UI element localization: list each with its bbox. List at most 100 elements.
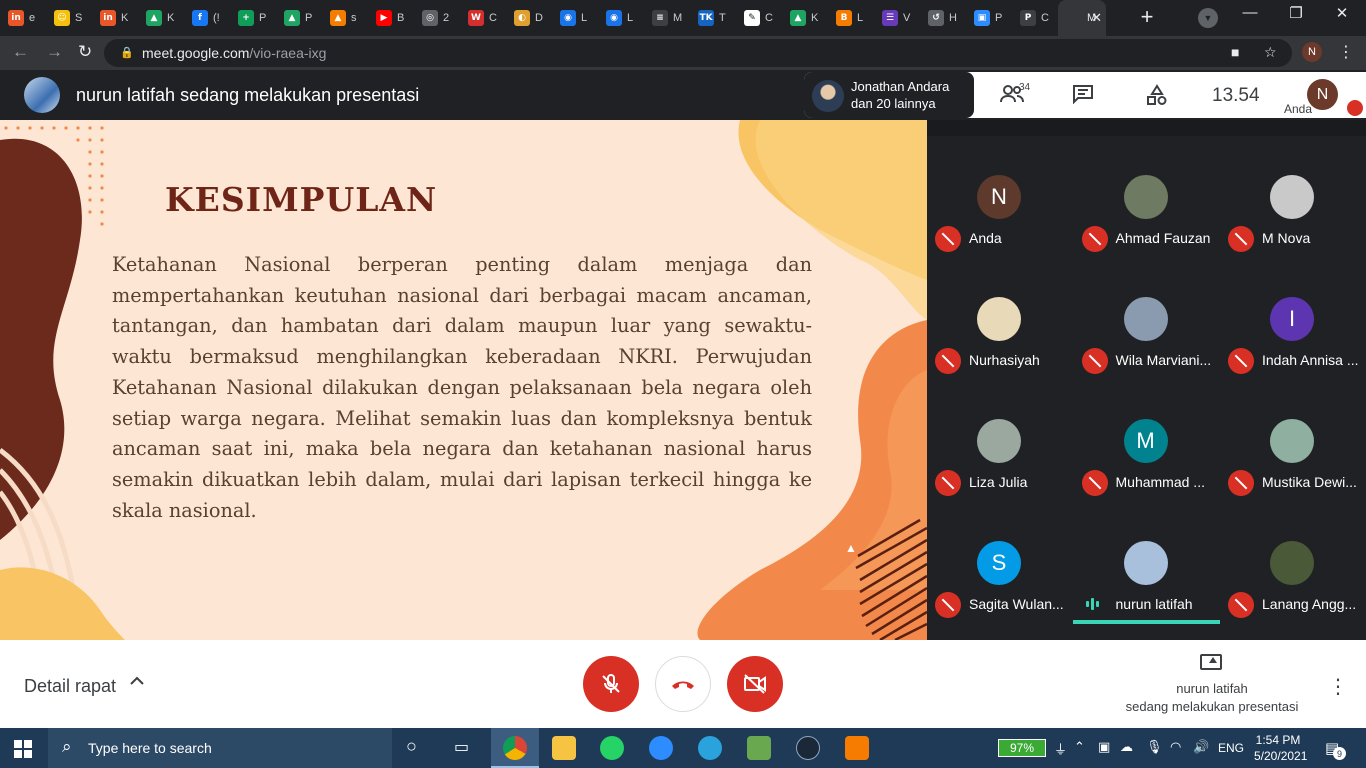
profile-avatar[interactable]: N	[1302, 42, 1322, 62]
participant-tile[interactable]: Wila Marviani...	[1074, 282, 1220, 404]
url-text[interactable]: meet.google.com/vio-raea-ixg	[142, 45, 326, 61]
participant-tile[interactable]: nurun latifah	[1074, 526, 1220, 648]
power-plug-icon[interactable]: ⏚	[1054, 739, 1067, 758]
camera-off-button[interactable]	[727, 656, 783, 712]
participant-tile[interactable]: M Nova	[1220, 160, 1366, 282]
participant-tile[interactable]: I Indah Annisa ...	[1220, 282, 1366, 404]
browser-tab[interactable]: ☺ S	[46, 0, 92, 36]
chevron-up-icon[interactable]	[129, 673, 145, 694]
browser-tab[interactable]: WC	[460, 0, 506, 36]
pinned-participant-pill[interactable]: Jonathan Andara dan 20 lainnya	[804, 72, 974, 118]
browser-tab[interactable]: ▲ s	[322, 0, 368, 36]
participant-tile[interactable]: Nurhasiyah	[927, 282, 1073, 404]
wifi-icon[interactable]: ◠	[1170, 739, 1181, 755]
browser-tab[interactable]: ✎ C	[736, 0, 782, 36]
telegram-icon[interactable]	[698, 736, 722, 760]
tab-favicon-icon: ▶	[376, 10, 392, 26]
windows-start-icon[interactable]	[14, 740, 32, 758]
browser-tab[interactable]: M ✕	[1058, 0, 1106, 36]
chrome-icon[interactable]	[503, 736, 527, 760]
meeting-details-button[interactable]: Detail rapat	[24, 676, 116, 697]
tab-close-icon[interactable]: ✕	[1091, 10, 1102, 26]
cortana-icon[interactable]: ○	[406, 736, 417, 757]
zoom-icon[interactable]	[649, 736, 673, 760]
new-tab-button[interactable]: +	[1134, 4, 1160, 30]
toolbar: ← → ↻ 🔒 meet.google.com/vio-raea-ixg ■ ☆	[0, 36, 1366, 70]
tab-title: T	[719, 12, 726, 24]
back-icon[interactable]: ←	[12, 42, 29, 62]
browser-tab[interactable]: ≡ M	[644, 0, 690, 36]
reload-icon[interactable]: ↻	[78, 42, 92, 62]
browser-tab[interactable]: ◎ 2	[414, 0, 460, 36]
tab-favicon-icon: W	[468, 10, 484, 26]
more-options-icon[interactable]: ⋮	[1328, 674, 1348, 699]
activities-icon[interactable]	[1146, 84, 1168, 112]
mic-off-icon	[1228, 470, 1254, 496]
close-window-button[interactable]: ✕	[1322, 4, 1362, 22]
chat-icon[interactable]	[1072, 84, 1094, 110]
forward-icon[interactable]: →	[46, 42, 63, 62]
browser-tab[interactable]: BL	[828, 0, 874, 36]
minimize-button[interactable]: —	[1230, 4, 1270, 21]
participant-tile[interactable]: M Muhammad ...	[1074, 404, 1220, 526]
participant-tile[interactable]: N Anda	[927, 160, 1073, 282]
participant-tile[interactable]: Liza Julia	[927, 404, 1073, 526]
tab-title: s	[351, 12, 357, 24]
browser-tab[interactable]: ◉ L	[598, 0, 644, 36]
participant-tile[interactable]: Lanang Angg...	[1220, 526, 1366, 648]
browser-tab[interactable]: TK T	[690, 0, 736, 36]
browser-tab[interactable]: ▣ P	[966, 0, 1012, 36]
participant-tile[interactable]: S Sagita Wulan...	[927, 526, 1073, 648]
browser-tab[interactable]: in K	[92, 0, 138, 36]
mic-off-icon	[935, 592, 961, 618]
participant-grid: N Anda Ahmad Fauzan M Nova Nurhasiyah Wila Ma…	[927, 120, 1366, 640]
browser-tab[interactable]: ▶ B	[368, 0, 414, 36]
taskbar-clock[interactable]: 1:54 PM 5/20/2021	[1254, 732, 1307, 764]
browser-tab[interactable]: in e	[0, 0, 46, 36]
leave-call-button[interactable]	[655, 656, 711, 712]
camera-blocked-icon[interactable]: ■	[1231, 44, 1239, 60]
task-view-icon[interactable]: ▭	[454, 737, 469, 757]
browser-tab[interactable]: ☰ V	[874, 0, 920, 36]
address-bar[interactable]: 🔒 meet.google.com/vio-raea-ixg ■ ☆	[104, 39, 1292, 67]
browser-tab[interactable]: ▲ K	[138, 0, 184, 36]
presenter-title: nurun latifah sedang melakukan presentas…	[76, 85, 420, 105]
participant-name: Ahmad Fauzan	[1115, 230, 1211, 246]
browser-tab[interactable]: ↺ H	[920, 0, 966, 36]
lock-icon[interactable]: 🔒	[120, 46, 134, 59]
participant-tile[interactable]: Ahmad Fauzan	[1074, 160, 1220, 282]
browser-tab[interactable]: PC	[1012, 0, 1058, 36]
browser-menu-icon[interactable]: ⋮	[1338, 42, 1354, 62]
battery-indicator[interactable]: 97%	[998, 739, 1046, 757]
tab-title: S	[75, 12, 83, 24]
participant-tile[interactable]: Mustika Dewi...	[1220, 404, 1366, 526]
steam-icon[interactable]	[796, 736, 820, 760]
browser-tab[interactable]: ▲ P	[276, 0, 322, 36]
language-indicator[interactable]: ENG	[1218, 741, 1244, 755]
meeting-controls-bar: Detail rapat nurun latifah sedang melaku…	[0, 640, 1366, 728]
browser-tab[interactable]: ▲ K	[782, 0, 828, 36]
participant-name: nurun latifah	[1115, 596, 1193, 612]
browser-tab[interactable]: f (!	[184, 0, 230, 36]
file-explorer-icon[interactable]	[552, 736, 576, 760]
chevron-up-tray-icon[interactable]: ⌃	[1074, 739, 1085, 755]
present-screen-icon[interactable]	[1200, 654, 1222, 670]
meet-now-icon[interactable]: ▣	[1098, 739, 1110, 755]
pdf-app-icon[interactable]	[845, 736, 869, 760]
onedrive-icon[interactable]: ☁	[1120, 739, 1133, 755]
bookmark-star-icon[interactable]: ☆	[1264, 44, 1277, 61]
participant-avatar: S	[977, 541, 1021, 585]
browser-tab[interactable]: ◉ L	[552, 0, 598, 36]
mic-off-button[interactable]	[583, 656, 639, 712]
browser-tab[interactable]: + P	[230, 0, 276, 36]
taskbar-search[interactable]: ⌕ Type here to search	[48, 728, 392, 768]
tab-search-icon[interactable]: ▼	[1198, 8, 1218, 28]
browser-tab[interactable]: ◐ D	[506, 0, 552, 36]
presenting-status[interactable]: nurun latifah sedang melakukan presentas…	[1122, 680, 1302, 716]
volume-icon[interactable]: 🔊	[1193, 739, 1209, 755]
3d-app-icon[interactable]	[747, 736, 771, 760]
restore-button[interactable]: ❐	[1276, 4, 1316, 22]
slide-body-text: Ketahanan Nasional berperan penting dala…	[112, 253, 812, 522]
microphone-icon[interactable]: 🎙	[1146, 739, 1163, 755]
whatsapp-icon[interactable]	[600, 736, 624, 760]
